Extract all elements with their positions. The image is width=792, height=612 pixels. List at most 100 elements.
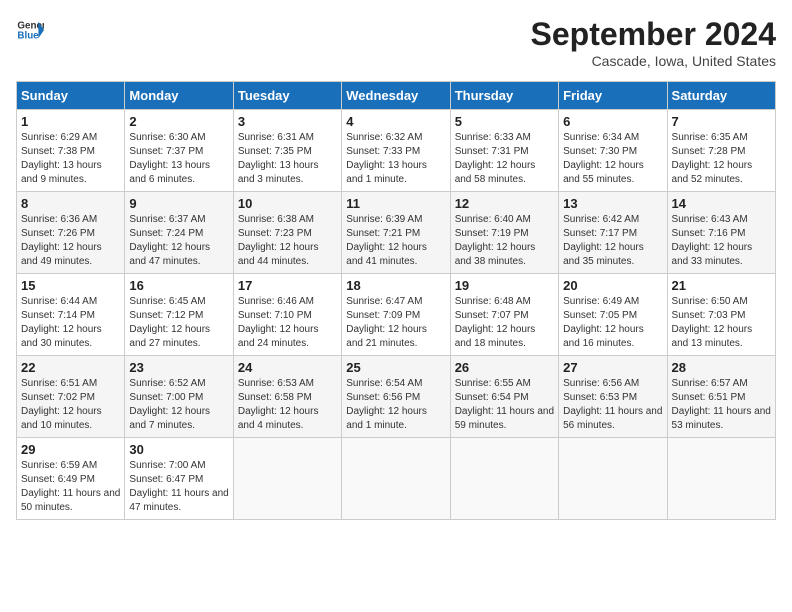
day-number: 12: [455, 196, 554, 211]
day-info: Sunrise: 6:50 AMSunset: 7:03 PMDaylight:…: [672, 296, 753, 349]
day-info: Sunrise: 6:39 AMSunset: 7:21 PMDaylight:…: [346, 214, 427, 267]
day-cell-5: 5 Sunrise: 6:33 AMSunset: 7:31 PMDayligh…: [450, 110, 558, 192]
day-info: Sunrise: 6:54 AMSunset: 6:56 PMDaylight:…: [346, 378, 427, 431]
day-cell-6: 6 Sunrise: 6:34 AMSunset: 7:30 PMDayligh…: [559, 110, 667, 192]
day-number: 10: [238, 196, 337, 211]
header-sunday: Sunday: [17, 82, 125, 110]
week-row-4: 22 Sunrise: 6:51 AMSunset: 7:02 PMDaylig…: [17, 356, 776, 438]
day-cell-21: 21 Sunrise: 6:50 AMSunset: 7:03 PMDaylig…: [667, 274, 775, 356]
day-info: Sunrise: 6:48 AMSunset: 7:07 PMDaylight:…: [455, 296, 536, 349]
day-number: 13: [563, 196, 662, 211]
week-row-3: 15 Sunrise: 6:44 AMSunset: 7:14 PMDaylig…: [17, 274, 776, 356]
day-info: Sunrise: 6:38 AMSunset: 7:23 PMDaylight:…: [238, 214, 319, 267]
empty-cell: [667, 438, 775, 520]
day-cell-13: 13 Sunrise: 6:42 AMSunset: 7:17 PMDaylig…: [559, 192, 667, 274]
day-cell-23: 23 Sunrise: 6:52 AMSunset: 7:00 PMDaylig…: [125, 356, 233, 438]
day-number: 9: [129, 196, 228, 211]
empty-cell: [559, 438, 667, 520]
day-cell-15: 15 Sunrise: 6:44 AMSunset: 7:14 PMDaylig…: [17, 274, 125, 356]
day-cell-4: 4 Sunrise: 6:32 AMSunset: 7:33 PMDayligh…: [342, 110, 450, 192]
empty-cell: [450, 438, 558, 520]
day-info: Sunrise: 7:00 AMSunset: 6:47 PMDaylight:…: [129, 460, 228, 513]
page-header: General Blue September 2024 Cascade, Iow…: [16, 16, 776, 69]
svg-text:Blue: Blue: [17, 30, 39, 41]
header-friday: Friday: [559, 82, 667, 110]
day-info: Sunrise: 6:53 AMSunset: 6:58 PMDaylight:…: [238, 378, 319, 431]
day-cell-24: 24 Sunrise: 6:53 AMSunset: 6:58 PMDaylig…: [233, 356, 341, 438]
day-cell-19: 19 Sunrise: 6:48 AMSunset: 7:07 PMDaylig…: [450, 274, 558, 356]
day-info: Sunrise: 6:33 AMSunset: 7:31 PMDaylight:…: [455, 132, 536, 185]
day-info: Sunrise: 6:35 AMSunset: 7:28 PMDaylight:…: [672, 132, 753, 185]
day-number: 2: [129, 114, 228, 129]
logo: General Blue: [16, 16, 44, 44]
day-number: 3: [238, 114, 337, 129]
day-info: Sunrise: 6:43 AMSunset: 7:16 PMDaylight:…: [672, 214, 753, 267]
month-title: September 2024: [531, 16, 776, 53]
day-number: 18: [346, 278, 445, 293]
day-info: Sunrise: 6:56 AMSunset: 6:53 PMDaylight:…: [563, 378, 662, 431]
day-number: 29: [21, 442, 120, 457]
day-number: 17: [238, 278, 337, 293]
day-cell-2: 2 Sunrise: 6:30 AMSunset: 7:37 PMDayligh…: [125, 110, 233, 192]
day-info: Sunrise: 6:52 AMSunset: 7:00 PMDaylight:…: [129, 378, 210, 431]
day-number: 27: [563, 360, 662, 375]
day-info: Sunrise: 6:49 AMSunset: 7:05 PMDaylight:…: [563, 296, 644, 349]
day-cell-17: 17 Sunrise: 6:46 AMSunset: 7:10 PMDaylig…: [233, 274, 341, 356]
day-cell-8: 8 Sunrise: 6:36 AMSunset: 7:26 PMDayligh…: [17, 192, 125, 274]
day-number: 15: [21, 278, 120, 293]
day-info: Sunrise: 6:59 AMSunset: 6:49 PMDaylight:…: [21, 460, 120, 513]
location: Cascade, Iowa, United States: [531, 53, 776, 69]
week-row-2: 8 Sunrise: 6:36 AMSunset: 7:26 PMDayligh…: [17, 192, 776, 274]
day-number: 26: [455, 360, 554, 375]
day-cell-28: 28 Sunrise: 6:57 AMSunset: 6:51 PMDaylig…: [667, 356, 775, 438]
day-number: 11: [346, 196, 445, 211]
empty-cell: [342, 438, 450, 520]
day-info: Sunrise: 6:40 AMSunset: 7:19 PMDaylight:…: [455, 214, 536, 267]
day-cell-22: 22 Sunrise: 6:51 AMSunset: 7:02 PMDaylig…: [17, 356, 125, 438]
day-number: 7: [672, 114, 771, 129]
day-info: Sunrise: 6:29 AMSunset: 7:38 PMDaylight:…: [21, 132, 102, 185]
day-number: 5: [455, 114, 554, 129]
day-info: Sunrise: 6:44 AMSunset: 7:14 PMDaylight:…: [21, 296, 102, 349]
day-number: 22: [21, 360, 120, 375]
day-number: 4: [346, 114, 445, 129]
day-cell-18: 18 Sunrise: 6:47 AMSunset: 7:09 PMDaylig…: [342, 274, 450, 356]
day-number: 16: [129, 278, 228, 293]
day-info: Sunrise: 6:47 AMSunset: 7:09 PMDaylight:…: [346, 296, 427, 349]
day-cell-9: 9 Sunrise: 6:37 AMSunset: 7:24 PMDayligh…: [125, 192, 233, 274]
day-info: Sunrise: 6:31 AMSunset: 7:35 PMDaylight:…: [238, 132, 319, 185]
day-cell-1: 1 Sunrise: 6:29 AMSunset: 7:38 PMDayligh…: [17, 110, 125, 192]
day-number: 28: [672, 360, 771, 375]
day-number: 19: [455, 278, 554, 293]
day-info: Sunrise: 6:34 AMSunset: 7:30 PMDaylight:…: [563, 132, 644, 185]
day-cell-27: 27 Sunrise: 6:56 AMSunset: 6:53 PMDaylig…: [559, 356, 667, 438]
week-row-5: 29 Sunrise: 6:59 AMSunset: 6:49 PMDaylig…: [17, 438, 776, 520]
title-area: September 2024 Cascade, Iowa, United Sta…: [531, 16, 776, 69]
day-cell-29: 29 Sunrise: 6:59 AMSunset: 6:49 PMDaylig…: [17, 438, 125, 520]
day-cell-14: 14 Sunrise: 6:43 AMSunset: 7:16 PMDaylig…: [667, 192, 775, 274]
header-tuesday: Tuesday: [233, 82, 341, 110]
day-number: 14: [672, 196, 771, 211]
day-number: 1: [21, 114, 120, 129]
day-cell-7: 7 Sunrise: 6:35 AMSunset: 7:28 PMDayligh…: [667, 110, 775, 192]
day-cell-12: 12 Sunrise: 6:40 AMSunset: 7:19 PMDaylig…: [450, 192, 558, 274]
header-monday: Monday: [125, 82, 233, 110]
day-info: Sunrise: 6:45 AMSunset: 7:12 PMDaylight:…: [129, 296, 210, 349]
day-number: 30: [129, 442, 228, 457]
day-cell-25: 25 Sunrise: 6:54 AMSunset: 6:56 PMDaylig…: [342, 356, 450, 438]
day-info: Sunrise: 6:32 AMSunset: 7:33 PMDaylight:…: [346, 132, 427, 185]
day-cell-16: 16 Sunrise: 6:45 AMSunset: 7:12 PMDaylig…: [125, 274, 233, 356]
header-saturday: Saturday: [667, 82, 775, 110]
calendar-table: SundayMondayTuesdayWednesdayThursdayFrid…: [16, 81, 776, 520]
day-cell-30: 30 Sunrise: 7:00 AMSunset: 6:47 PMDaylig…: [125, 438, 233, 520]
day-info: Sunrise: 6:42 AMSunset: 7:17 PMDaylight:…: [563, 214, 644, 267]
day-info: Sunrise: 6:30 AMSunset: 7:37 PMDaylight:…: [129, 132, 210, 185]
day-info: Sunrise: 6:57 AMSunset: 6:51 PMDaylight:…: [672, 378, 771, 431]
day-number: 6: [563, 114, 662, 129]
day-cell-3: 3 Sunrise: 6:31 AMSunset: 7:35 PMDayligh…: [233, 110, 341, 192]
day-number: 21: [672, 278, 771, 293]
day-number: 24: [238, 360, 337, 375]
empty-cell: [233, 438, 341, 520]
day-cell-20: 20 Sunrise: 6:49 AMSunset: 7:05 PMDaylig…: [559, 274, 667, 356]
week-row-1: 1 Sunrise: 6:29 AMSunset: 7:38 PMDayligh…: [17, 110, 776, 192]
